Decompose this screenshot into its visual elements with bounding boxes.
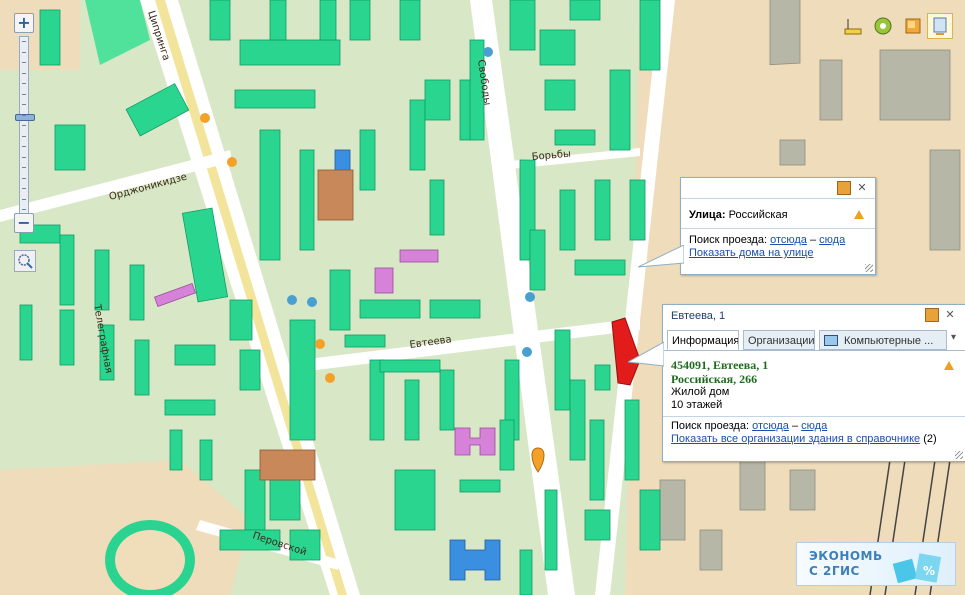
show-orgs-link[interactable]: Показать все организации здания в справо… [671, 433, 920, 445]
building-popup-title: Евтеева, 1 [671, 310, 726, 322]
tab-computers-label: Компьютерные ... [844, 335, 934, 347]
zoom-tick [22, 177, 26, 179]
route-line: Поиск проезда: отсюда – сюда [671, 420, 827, 432]
promo-banner[interactable]: ЭКОНОМЬ С 2ГИС % [796, 542, 956, 586]
address-line-1: 454091, Евтеева, 1 [671, 358, 769, 372]
promo-graphic-icon: % [892, 553, 942, 583]
promo-line-1: ЭКОНОМЬ [809, 549, 883, 563]
route-from-link[interactable]: отсюда [770, 234, 807, 246]
orgs-count: (2) [923, 433, 937, 445]
warning-icon[interactable] [944, 361, 954, 370]
route-prefix: Поиск проезда: [689, 234, 767, 246]
zoom-tick [22, 93, 26, 95]
route-to-link[interactable]: сюда [819, 234, 845, 246]
pin-button[interactable] [837, 181, 851, 195]
zoom-tick [22, 146, 26, 147]
route-to-link[interactable]: сюда [801, 420, 827, 432]
map-toolbar [840, 13, 956, 43]
svg-text:%: % [923, 564, 935, 578]
transport-button[interactable] [927, 13, 953, 39]
zoom-slider-track[interactable] [15, 36, 35, 216]
orgs-line: Показать все организации здания в справо… [671, 433, 937, 445]
square-icon [905, 18, 921, 34]
route-line: Поиск проезда: отсюда – сюда [689, 234, 845, 246]
zoom-tick [22, 188, 26, 189]
zoom-tick [22, 104, 26, 105]
building-tabs: Информация Организации Компьютерные ... … [667, 330, 963, 350]
zoom-tick [22, 72, 26, 74]
show-houses-link[interactable]: Показать дома на улице [689, 247, 813, 259]
zoom-tick [22, 41, 26, 42]
zoom-tick [22, 209, 26, 210]
map-canvas[interactable]: Ципринга Орджоникидзе Свободы Борьбы Евт… [0, 0, 965, 595]
ruler-icon [844, 19, 862, 35]
tab-info[interactable]: Информация [667, 330, 739, 350]
computer-icon [824, 335, 838, 346]
tabs-divider [663, 350, 965, 351]
zoom-in-button[interactable]: + [14, 13, 34, 33]
building-floors: 10 этажей [671, 399, 723, 411]
route-prefix: Поиск проезда: [671, 420, 749, 432]
zoom-tick [22, 156, 26, 158]
popup-pointer [628, 341, 664, 367]
popup-divider [663, 416, 965, 417]
close-button[interactable]: ✕ [943, 308, 957, 322]
zoom-tick [22, 125, 26, 126]
square-button[interactable] [900, 13, 926, 39]
tabs-more-icon[interactable]: ▾ [951, 332, 956, 343]
stadium-field [115, 530, 185, 590]
close-button[interactable]: ✕ [855, 181, 869, 195]
resize-grip[interactable] [865, 264, 873, 272]
pin-button[interactable] [925, 308, 939, 322]
popup-pointer [638, 245, 684, 268]
zoom-tick [22, 198, 26, 200]
zoom-out-button[interactable]: − [14, 213, 34, 233]
route-dash: – [791, 420, 799, 432]
layers-button[interactable] [870, 13, 896, 39]
zoom-tick [22, 51, 26, 53]
building-type: Жилой дом [671, 386, 730, 398]
zoom-tick [22, 62, 26, 63]
resize-grip[interactable] [955, 451, 963, 459]
zoom-tick [22, 135, 26, 137]
route-from-link[interactable]: отсюда [752, 420, 789, 432]
ruler-button[interactable] [840, 13, 866, 39]
street-value: Российская [728, 209, 788, 221]
promo-line-2: С 2ГИС [809, 564, 860, 578]
popup-divider-2 [681, 228, 875, 229]
tab-computers[interactable]: Компьютерные ... [819, 330, 947, 350]
magnifier-icon [18, 254, 33, 269]
building-info-popup: Евтеева, 1 ✕ Информация Организации Комп… [662, 304, 965, 462]
route-dash: – [809, 234, 817, 246]
tab-organizations[interactable]: Организации [743, 330, 815, 350]
warning-icon[interactable] [854, 210, 864, 219]
street-info-popup: ✕ Улица: Российская Поиск проезда: отсюд… [680, 177, 876, 275]
zoom-tick [22, 114, 26, 116]
street-label: Улица: [689, 209, 726, 221]
zoom-tick [22, 83, 26, 84]
zoom-control: + − [12, 10, 42, 275]
street-line: Улица: Российская [689, 209, 788, 221]
transport-icon [933, 17, 947, 35]
magnifier-button[interactable] [14, 250, 36, 272]
popup-divider [681, 198, 875, 199]
layers-icon [874, 17, 892, 35]
zoom-tick [22, 167, 26, 168]
address-line-2: Российская, 266 [671, 372, 758, 386]
